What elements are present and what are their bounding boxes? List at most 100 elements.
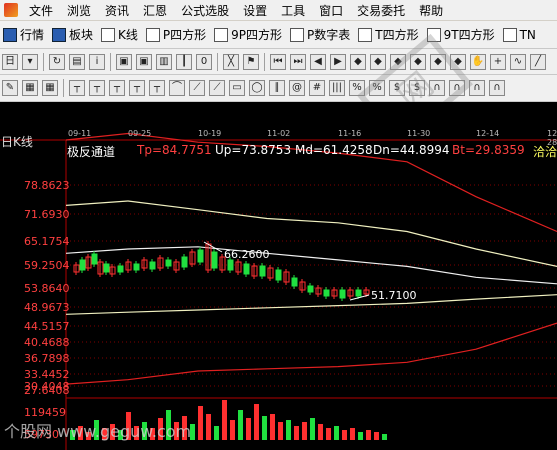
- indicator-bt: Bt=29.8359: [452, 143, 525, 157]
- zoom-in-icon[interactable]: ◆: [430, 53, 446, 70]
- x-tick-label: 11-02: [267, 129, 291, 138]
- cross-icon[interactable]: +: [490, 53, 506, 70]
- info-icon[interactable]: i: [89, 53, 105, 70]
- diamond-left-icon[interactable]: ◆: [350, 53, 366, 70]
- candle-icon[interactable]: ┃: [176, 53, 192, 70]
- dropdown-arrow-icon[interactable]: ▾: [22, 53, 38, 70]
- toolbar-button[interactable]: TN: [500, 24, 541, 46]
- toolbar-button-label: 板块: [69, 28, 94, 42]
- volume-bar: [222, 400, 227, 440]
- fan2-icon[interactable]: ┬: [89, 80, 105, 96]
- refresh-icon[interactable]: ↻: [49, 53, 65, 70]
- calc-icon[interactable]: ▦: [42, 80, 58, 96]
- period-label: 日K线: [1, 135, 33, 149]
- y-tick-label: 59.2504: [24, 259, 70, 272]
- percent2-icon[interactable]: %: [369, 80, 385, 96]
- menu-item[interactable]: 文件: [22, 2, 60, 19]
- arc5-icon[interactable]: ∩: [489, 80, 505, 96]
- menu-item[interactable]: 汇恩: [136, 2, 174, 19]
- toolbar-button[interactable]: 行情: [0, 24, 49, 46]
- ellipse-icon[interactable]: ◯: [249, 80, 265, 96]
- volume-bar: [342, 430, 347, 440]
- fan5-icon[interactable]: ┬: [149, 80, 165, 96]
- toolbar-button[interactable]: 9T四方形: [424, 24, 500, 46]
- percent-icon[interactable]: %: [349, 80, 365, 96]
- indicator-up: Up=73.8753: [215, 143, 292, 157]
- y-tick-label: 71.6930: [24, 208, 70, 221]
- candle-body: [307, 285, 314, 293]
- gann2-icon[interactable]: $: [409, 80, 425, 96]
- save-icon[interactable]: ▣: [116, 53, 132, 70]
- toolbar-button-label: 9P四方形: [231, 28, 283, 42]
- wave-icon[interactable]: ∿: [510, 53, 526, 70]
- hand-icon[interactable]: ✋: [470, 53, 486, 70]
- fan4-icon[interactable]: ┬: [129, 80, 145, 96]
- candle-body: [355, 289, 362, 297]
- indicator-dn: Dn=44.8994: [373, 143, 450, 157]
- grid-icon: [3, 27, 17, 42]
- toolbar-button[interactable]: P数字表: [287, 24, 355, 46]
- grid-tool-icon[interactable]: #: [309, 80, 325, 96]
- cycle-icon[interactable]: |||: [329, 80, 345, 96]
- arc4-icon[interactable]: ∩: [469, 80, 485, 96]
- bar-chart-icon[interactable]: ▥: [156, 53, 172, 70]
- diamond-down-icon[interactable]: ◆: [390, 53, 406, 70]
- candle-body: [291, 277, 298, 287]
- x-tick-label: 12-14: [476, 129, 500, 138]
- toolbar-button[interactable]: 9P四方形: [211, 24, 287, 46]
- line-icon[interactable]: ╱: [530, 53, 546, 70]
- rays-icon[interactable]: ⟋: [189, 80, 205, 96]
- spiral-icon[interactable]: @: [289, 80, 305, 96]
- watermark-text: 个股网 www.geguw.com: [4, 422, 192, 441]
- candle-body: [149, 261, 156, 270]
- candle-body: [103, 263, 110, 273]
- menu-item[interactable]: 工具: [274, 2, 312, 19]
- volume-bar: [302, 422, 307, 440]
- menu-item[interactable]: 浏览: [60, 2, 98, 19]
- arc3-icon[interactable]: ∩: [449, 80, 465, 96]
- toolbar-button[interactable]: K线: [98, 24, 143, 46]
- candle-body: [211, 251, 218, 269]
- arc-icon[interactable]: ⌒: [169, 80, 185, 96]
- high-annotation-line: [203, 241, 223, 253]
- menu-item[interactable]: 交易委托: [350, 2, 412, 19]
- save-all-icon[interactable]: ▣: [136, 53, 152, 70]
- menu-item[interactable]: 资讯: [98, 2, 136, 19]
- menu-item[interactable]: 窗口: [312, 2, 350, 19]
- zero-icon[interactable]: 0: [196, 53, 212, 70]
- left-icon[interactable]: ◀: [310, 53, 326, 70]
- toolbar-button[interactable]: T四方形: [355, 24, 423, 46]
- rays2-icon[interactable]: ⟋: [209, 80, 225, 96]
- tool-diag-icon[interactable]: ╳: [223, 53, 239, 70]
- diamond-up-icon[interactable]: ◆: [370, 53, 386, 70]
- gann-icon[interactable]: $: [389, 80, 405, 96]
- x-tick-label: 09-25: [128, 129, 152, 138]
- fan-icon[interactable]: ┬: [69, 80, 85, 96]
- menu-item[interactable]: 公式选股: [174, 2, 236, 19]
- separator: [63, 79, 64, 97]
- rect-icon[interactable]: ▭: [229, 80, 245, 96]
- indicator-md: Md=61.4258: [295, 143, 373, 157]
- zoom-out-icon[interactable]: ◆: [450, 53, 466, 70]
- document-icon[interactable]: ▤: [69, 53, 85, 70]
- first-icon[interactable]: ⏮: [270, 53, 286, 70]
- last-icon[interactable]: ⏭: [290, 53, 306, 70]
- diamond-right-icon[interactable]: ◆: [410, 53, 426, 70]
- menu-item[interactable]: 设置: [236, 2, 274, 19]
- menu-item[interactable]: 帮助: [412, 2, 450, 19]
- arc2-icon[interactable]: ∩: [429, 80, 445, 96]
- toolbar-button[interactable]: 板块: [49, 24, 98, 46]
- fan3-icon[interactable]: ┬: [109, 80, 125, 96]
- volume-bar: [206, 414, 211, 440]
- right-icon[interactable]: ▶: [330, 53, 346, 70]
- pencil-icon[interactable]: ✎: [2, 80, 18, 96]
- calendar-icon[interactable]: 日: [2, 53, 18, 70]
- volume-bar: [374, 432, 379, 440]
- candle-body: [243, 263, 250, 275]
- flag-icon[interactable]: ⚑: [243, 53, 259, 70]
- channel-line-up: [65, 200, 557, 267]
- table-icon[interactable]: ▦: [22, 80, 38, 96]
- x-tick-label: 09-11: [68, 129, 92, 138]
- parallel-icon[interactable]: ∥: [269, 80, 285, 96]
- toolbar-button[interactable]: P四方形: [143, 24, 211, 46]
